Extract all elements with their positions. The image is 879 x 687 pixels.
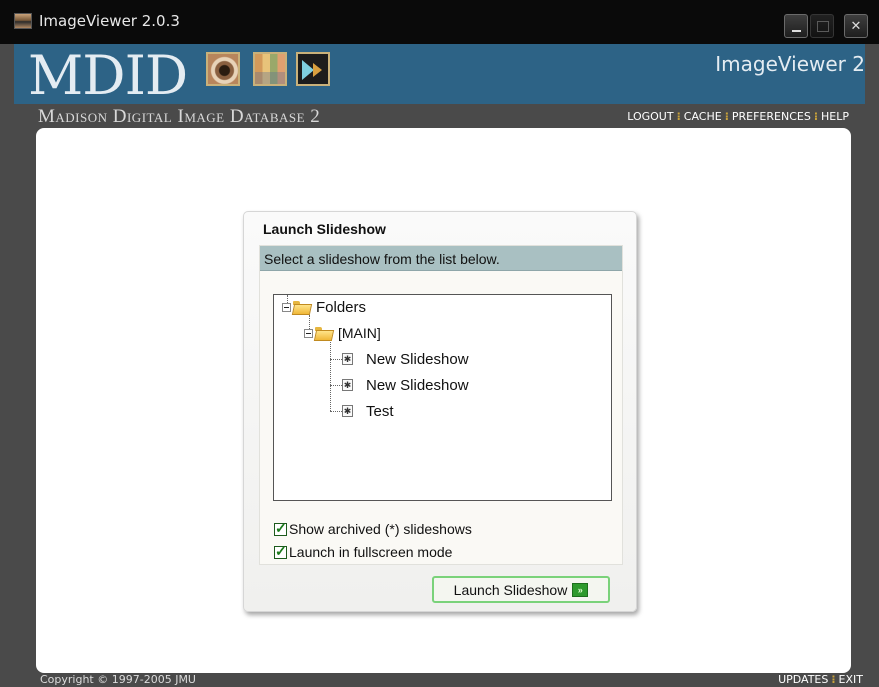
tree-folder-root[interactable]: Folders bbox=[282, 298, 366, 316]
slideshow-doc-icon: ✱ bbox=[342, 379, 353, 391]
play-arrow-logo-icon bbox=[296, 52, 330, 86]
app-name: ImageViewer 2 bbox=[715, 52, 865, 76]
nav-separator: ⁝ bbox=[813, 110, 819, 123]
nav-separator: ⁝ bbox=[724, 110, 729, 123]
tree-connector bbox=[330, 339, 331, 411]
tree-connector bbox=[330, 359, 342, 360]
launch-slideshow-button[interactable]: Launch Slideshow » bbox=[432, 576, 610, 603]
minimize-button[interactable] bbox=[784, 14, 808, 38]
footer-nav: UPDATES ⁝ EXIT bbox=[778, 673, 863, 686]
tree-node-label: New Slideshow bbox=[366, 376, 469, 394]
option-label: Launch in fullscreen mode bbox=[289, 544, 453, 560]
tree-node-label: New Slideshow bbox=[366, 350, 469, 368]
mosaic-logo-icon bbox=[253, 52, 287, 86]
window-title: ImageViewer 2.0.3 bbox=[39, 12, 180, 30]
window-titlebar: ImageViewer 2.0.3 ✕ bbox=[0, 0, 879, 44]
maximize-button[interactable] bbox=[810, 14, 834, 38]
logo-text: MDID bbox=[28, 44, 188, 107]
tree-node-label: [MAIN] bbox=[338, 325, 381, 341]
tree-item-slideshow[interactable]: ✱ Test bbox=[342, 402, 394, 420]
tree-item-slideshow[interactable]: ✱ New Slideshow bbox=[342, 350, 469, 368]
fullscreen-option[interactable]: Launch in fullscreen mode bbox=[274, 543, 453, 560]
site-subtitle: Madison Digital Image Database 2 bbox=[38, 106, 321, 127]
eye-logo-icon bbox=[206, 52, 240, 86]
logout-link[interactable]: LOGOUT bbox=[627, 110, 673, 123]
instruction-text: Select a slideshow from the list below. bbox=[260, 246, 622, 271]
tree-node-label: Test bbox=[366, 402, 394, 420]
tree-connector bbox=[330, 411, 342, 412]
close-button[interactable]: ✕ bbox=[844, 14, 868, 38]
fullscreen-checkbox[interactable] bbox=[274, 543, 287, 560]
launch-button-label: Launch Slideshow bbox=[453, 581, 568, 598]
tree-node-label: Folders bbox=[316, 298, 367, 316]
nav-separator: ⁝ bbox=[831, 673, 836, 686]
preferences-link[interactable]: PREFERENCES bbox=[732, 110, 811, 123]
exit-link[interactable]: EXIT bbox=[839, 673, 863, 686]
slideshow-tree[interactable]: Folders [MAIN] ✱ New Slideshow ✱ New Sli… bbox=[273, 294, 612, 501]
tree-connector bbox=[330, 385, 342, 386]
dialog-title: Launch Slideshow bbox=[263, 221, 386, 237]
show-archived-option[interactable]: Show archived (*) slideshows bbox=[274, 520, 472, 537]
copyright-text: Copyright © 1997-2005 JMU bbox=[40, 673, 196, 686]
top-nav: LOGOUT ⁝ CACHE ⁝ PREFERENCES ⁝ HELP bbox=[627, 110, 849, 123]
cache-link[interactable]: CACHE bbox=[684, 110, 722, 123]
nav-separator: ⁝ bbox=[676, 110, 681, 123]
open-folder-icon bbox=[315, 327, 332, 339]
open-folder-icon bbox=[293, 301, 310, 313]
main-panel: Launch Slideshow Select a slideshow from… bbox=[36, 128, 851, 673]
launch-slideshow-dialog: Launch Slideshow Select a slideshow from… bbox=[243, 211, 637, 612]
app-icon bbox=[14, 13, 32, 29]
show-archived-checkbox[interactable] bbox=[274, 520, 287, 537]
tree-folder-main[interactable]: [MAIN] bbox=[304, 324, 381, 342]
help-link[interactable]: HELP bbox=[821, 110, 849, 123]
header-banner: MDID ImageViewer 2 bbox=[14, 44, 865, 104]
tree-item-slideshow[interactable]: ✱ New Slideshow bbox=[342, 376, 469, 394]
dialog-body: Select a slideshow from the list below. … bbox=[259, 245, 623, 565]
slideshow-doc-icon: ✱ bbox=[342, 353, 353, 365]
collapse-toggle-icon[interactable] bbox=[304, 328, 313, 338]
option-label: Show archived (*) slideshows bbox=[289, 521, 472, 537]
go-arrow-icon: » bbox=[572, 582, 589, 597]
collapse-toggle-icon[interactable] bbox=[282, 302, 291, 312]
slideshow-doc-icon: ✱ bbox=[342, 405, 353, 417]
updates-link[interactable]: UPDATES bbox=[778, 673, 828, 686]
subheader: Madison Digital Image Database 2 LOGOUT ⁝… bbox=[14, 104, 865, 128]
